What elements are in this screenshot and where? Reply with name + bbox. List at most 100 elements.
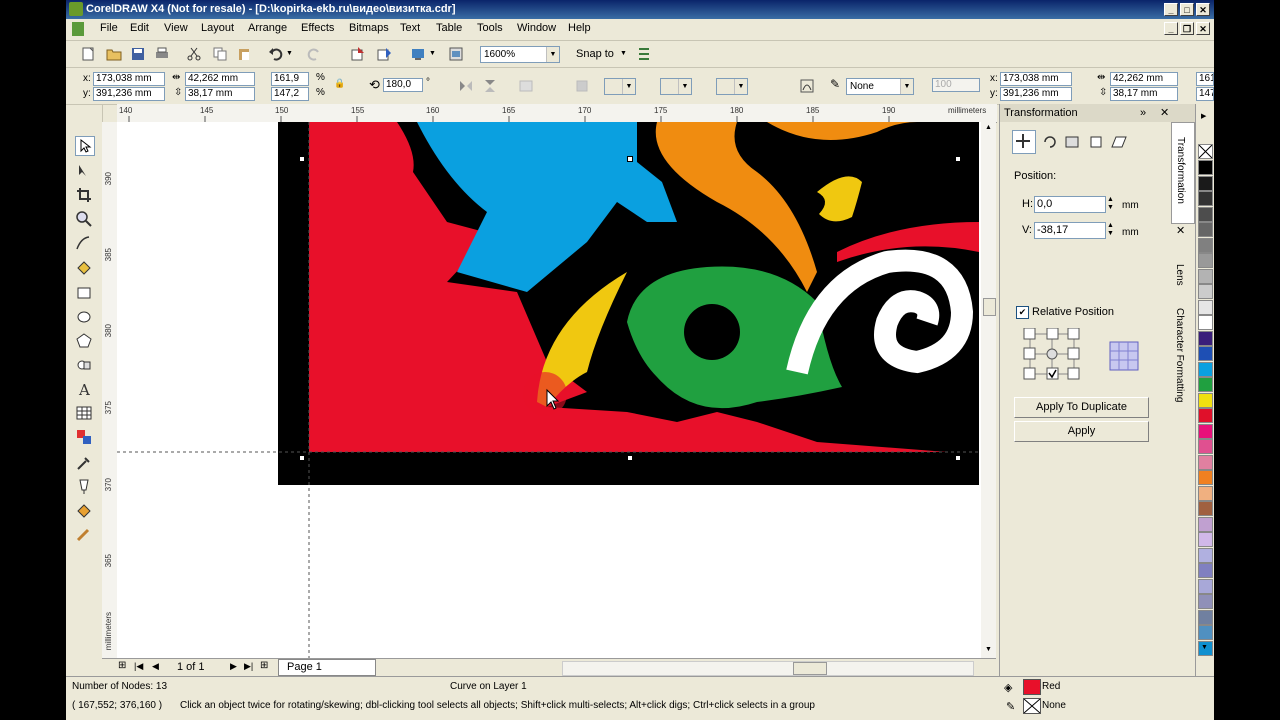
welcome-screen-icon[interactable]: [448, 46, 464, 62]
palette-color-swatch[interactable]: [1198, 346, 1213, 361]
apply-button[interactable]: Apply: [1014, 421, 1149, 442]
doc-minimize-button[interactable]: _: [1164, 22, 1178, 35]
freehand-tool-icon[interactable]: [75, 234, 93, 252]
menu-arrange[interactable]: Arrange: [248, 22, 287, 34]
outline-width-select[interactable]: None ▼: [846, 78, 914, 95]
palette-color-swatch[interactable]: [1198, 470, 1213, 485]
undo-icon[interactable]: [268, 46, 284, 62]
interactive-fill-tool-icon[interactable]: [75, 526, 93, 544]
launcher-dropdown-icon[interactable]: ▼: [429, 50, 436, 57]
tab-lens[interactable]: Lens: [1171, 246, 1193, 296]
smart-fill-tool-icon[interactable]: [75, 260, 93, 278]
menu-text[interactable]: Text: [400, 22, 420, 34]
menu-bitmaps[interactable]: Bitmaps: [349, 22, 389, 34]
last-page-icon[interactable]: ▶|: [244, 661, 253, 672]
scale-x-field[interactable]: 161,9: [271, 72, 309, 86]
basic-shapes-tool-icon[interactable]: [75, 356, 93, 374]
position-tab-button[interactable]: [1012, 130, 1036, 154]
tab-transformation[interactable]: Transformation: [1171, 122, 1195, 224]
selection-handle[interactable]: [299, 156, 305, 162]
width-field-secondary[interactable]: 42,262 mm: [1110, 72, 1178, 86]
menu-window[interactable]: Window: [517, 22, 556, 34]
scroll-down-icon[interactable]: ▼: [985, 646, 992, 653]
palette-scroll-up-icon[interactable]: ▶: [1201, 112, 1206, 120]
horizontal-scrollbar[interactable]: [562, 661, 974, 676]
selection-handle[interactable]: [955, 156, 961, 162]
mirror-horizontal-icon[interactable]: [458, 78, 474, 94]
palette-color-swatch[interactable]: [1198, 408, 1213, 423]
h-spinner-icon[interactable]: ▲ ▼: [1107, 196, 1114, 212]
height-field-secondary[interactable]: 38,17 mm: [1110, 87, 1178, 101]
y-position-field[interactable]: 391,236 mm: [93, 87, 165, 101]
palette-color-swatch[interactable]: [1198, 160, 1213, 175]
palette-color-swatch[interactable]: [1198, 454, 1213, 470]
application-launcher-icon[interactable]: [410, 46, 426, 62]
rotation-field[interactable]: 180,0: [383, 78, 423, 92]
palette-color-swatch[interactable]: [1198, 578, 1213, 594]
eyedropper-tool-icon[interactable]: [75, 454, 93, 472]
palette-color-swatch[interactable]: [1198, 237, 1213, 253]
options-icon[interactable]: [636, 46, 652, 62]
interactive-blend-tool-icon[interactable]: [75, 428, 93, 446]
palette-color-swatch[interactable]: [1198, 547, 1213, 563]
palette-color-swatch[interactable]: [1198, 563, 1213, 578]
selection-handle[interactable]: [627, 455, 633, 461]
copy-icon[interactable]: [212, 46, 228, 62]
text-tool-icon[interactable]: A: [75, 380, 93, 398]
menu-tools[interactable]: Tools: [477, 22, 503, 34]
palette-color-swatch[interactable]: [1198, 284, 1213, 299]
menu-help[interactable]: Help: [568, 22, 591, 34]
height-field[interactable]: 38,17 mm: [185, 87, 255, 101]
close-tab-icon[interactable]: ✕: [1176, 224, 1185, 237]
apply-to-duplicate-button[interactable]: Apply To Duplicate: [1014, 397, 1149, 418]
scale-y-field-secondary[interactable]: 147: [1196, 87, 1214, 101]
mirror-vertical-icon[interactable]: [482, 78, 498, 94]
outline-color-swatch[interactable]: [1023, 698, 1041, 714]
print-icon[interactable]: [154, 46, 170, 62]
v-spinner-icon[interactable]: ▲ ▼: [1107, 222, 1114, 238]
palette-color-swatch[interactable]: [1198, 268, 1213, 284]
add-page-icon[interactable]: ⊞: [118, 660, 126, 671]
palette-color-swatch[interactable]: [1198, 439, 1213, 454]
minimize-button[interactable]: _: [1164, 3, 1178, 16]
palette-color-swatch[interactable]: [1198, 516, 1213, 532]
scale-x-field-secondary[interactable]: 161: [1196, 72, 1214, 86]
palette-color-swatch[interactable]: [1198, 191, 1213, 206]
tab-character-formatting[interactable]: Character Formatting: [1171, 298, 1193, 418]
palette-color-swatch[interactable]: [1198, 485, 1213, 501]
export-icon[interactable]: [376, 46, 392, 62]
palette-color-swatch[interactable]: [1198, 222, 1213, 237]
palette-color-swatch[interactable]: [1198, 625, 1213, 640]
snap-dropdown-icon[interactable]: ▼: [620, 50, 627, 57]
fill-tool-icon[interactable]: [75, 502, 93, 520]
scale-tab-icon[interactable]: [1063, 132, 1083, 152]
pick-tool-icon[interactable]: [75, 136, 95, 156]
relative-position-checkbox[interactable]: ✔: [1016, 306, 1029, 319]
palette-color-swatch[interactable]: [1198, 501, 1213, 516]
redo-icon[interactable]: [306, 46, 322, 62]
palette-color-swatch[interactable]: [1198, 392, 1213, 408]
crop-tool-icon[interactable]: [75, 186, 93, 204]
selection-handle[interactable]: [955, 455, 961, 461]
ellipse-tool-icon[interactable]: [75, 308, 93, 326]
add-page-end-icon[interactable]: ⊞: [260, 660, 268, 671]
expand-icon[interactable]: »: [1140, 104, 1146, 122]
palette-color-swatch[interactable]: [1198, 206, 1213, 222]
shape-tool-icon[interactable]: [75, 162, 93, 180]
selection-handle[interactable]: [299, 455, 305, 461]
menu-view[interactable]: View: [164, 22, 188, 34]
scroll-up-icon[interactable]: ▲: [985, 124, 992, 131]
snap-to-button[interactable]: Snap to: [576, 48, 614, 60]
x-position-field-secondary[interactable]: 173,038 mm: [1000, 72, 1072, 86]
menu-table[interactable]: Table: [436, 22, 462, 34]
vertical-ruler[interactable]: 390 385 380 375 370 365 millimeters: [102, 122, 118, 658]
outline-tool-icon[interactable]: [75, 478, 93, 496]
palette-color-swatch[interactable]: [1198, 253, 1213, 268]
v-position-field[interactable]: -38,17: [1034, 222, 1106, 239]
doc-close-button[interactable]: ✕: [1196, 22, 1210, 35]
menu-layout[interactable]: Layout: [201, 22, 234, 34]
x-position-field[interactable]: 173,038 mm: [93, 72, 165, 86]
size-tab-icon[interactable]: [1086, 132, 1106, 152]
drawing-canvas[interactable]: [117, 122, 981, 658]
doc-restore-button[interactable]: ❐: [1180, 22, 1194, 35]
